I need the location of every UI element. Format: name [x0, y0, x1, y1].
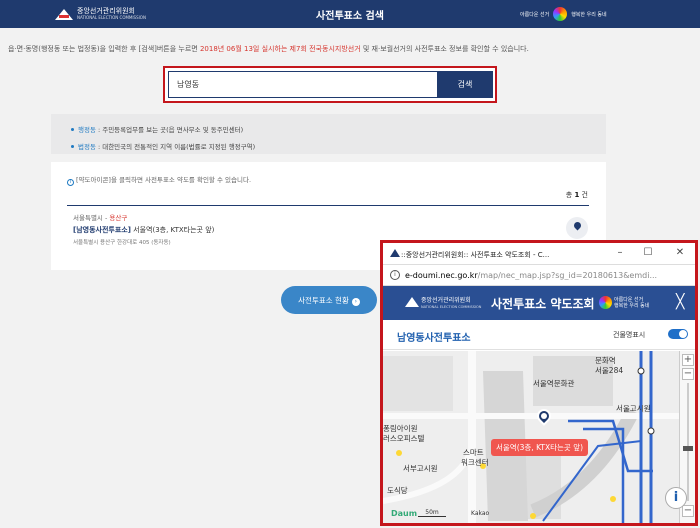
- info-icon: i: [67, 179, 74, 186]
- map-pin-button[interactable]: [566, 217, 588, 239]
- polling-status-button[interactable]: 사전투표소 현황 ›: [281, 286, 377, 314]
- bullet-icon: [71, 127, 74, 131]
- zoom-slider-handle[interactable]: [683, 446, 693, 451]
- rainbow-logo-icon: [599, 296, 612, 309]
- minimize-icon[interactable]: –: [613, 247, 627, 258]
- map-graphic: [383, 351, 679, 523]
- popup-address-bar[interactable]: i e-doumi.nec.go.kr/map/nec_map.jsp?sg_i…: [383, 265, 695, 286]
- popup-titlebar: ::중앙선거관리위원회:: 사전투표소 약도조회 - C... – ☐ ✕: [383, 243, 695, 265]
- zoom-in-icon[interactable]: +: [682, 354, 694, 366]
- building-name-toggle[interactable]: [668, 329, 688, 339]
- station-name: 남영동사전투표소: [397, 333, 471, 344]
- close-window-icon[interactable]: ✕: [673, 247, 687, 258]
- maximize-icon[interactable]: ☐: [641, 247, 655, 258]
- search-description: 읍·면·동명(행정동 또는 법정동)을 입력한 후 [검색]버튼을 누르면 20…: [8, 45, 529, 53]
- slogan-banner: 아름다운 선거 행복한 우리 동네: [520, 4, 607, 24]
- map-popup-window: ::중앙선거관리위원회:: 사전투표소 약도조회 - C... – ☐ ✕ i …: [380, 240, 698, 526]
- map-label: 서울역문화관: [533, 379, 575, 388]
- search-button[interactable]: 검색: [437, 71, 493, 98]
- station-map-pin-icon[interactable]: [534, 406, 554, 431]
- slogan-b: 행복한 우리 동네: [571, 11, 607, 18]
- info-row-admin-dong: 행정동 : 주민등록업무를 보는 곳(읍 면사무소 및 동주민센터): [71, 124, 606, 134]
- chevron-right-icon: ›: [351, 297, 360, 306]
- popup-logo-text: 중앙선거관리위원회 NATIONAL ELECTION COMMISSION: [421, 297, 482, 310]
- result-address: 서울특별시 용산구 한강대로 405 (동자동): [73, 240, 171, 246]
- result-count: 총 1 건: [565, 191, 588, 199]
- rainbow-logo-icon: [553, 7, 568, 21]
- site-header: 중앙선거관리위원회 NATIONAL ELECTION COMMISSION 사전…: [0, 0, 700, 28]
- map-pin-icon: [572, 220, 583, 231]
- map-attribution: Kakao: [471, 510, 490, 517]
- popup-page-title: 사전투표소 약도조회: [491, 297, 595, 311]
- station-location-bubble[interactable]: 서울역(3층, KTX타는곳 앞): [491, 439, 589, 456]
- map-info-icon[interactable]: i: [665, 487, 687, 509]
- result-station-name: [남영동사전투표소] 서울역(3층, KTX타는곳 앞): [73, 226, 215, 234]
- map-scale: 50m: [418, 509, 446, 517]
- zoom-up-icon[interactable]: −: [682, 368, 694, 380]
- map-label: 서울284: [595, 366, 624, 375]
- map-label: 도식당: [387, 486, 408, 495]
- popup-header: 중앙선거관리위원회 NATIONAL ELECTION COMMISSION 사전…: [383, 286, 695, 320]
- slogan-a: 아름다운 선거: [520, 11, 550, 18]
- map-label: 워크센터: [461, 458, 489, 467]
- map-label: 러스오피스텔: [383, 434, 425, 443]
- station-map[interactable]: 문화역 서울284 서울역문화관 서울고시원 퐁림아이원 러스오피스텔 스마트 …: [383, 351, 695, 523]
- results-divider: [67, 205, 589, 206]
- map-label: 서울고시원: [616, 404, 651, 413]
- popup-close-icon[interactable]: ╳: [676, 294, 684, 310]
- nec-logo-icon: [405, 297, 419, 309]
- popup-slogan: 아름다운 선거 행복한 우리 동네: [599, 296, 649, 309]
- search-box: 검색: [163, 66, 497, 103]
- popup-url[interactable]: e-doumi.nec.go.kr/map/nec_map.jsp?sg_id=…: [405, 271, 691, 280]
- zoom-track[interactable]: [687, 383, 689, 501]
- bullet-icon: [71, 144, 74, 148]
- nec-favicon-icon: [390, 249, 400, 257]
- info-row-legal-dong: 법정동 : 대한민국의 전통적인 지역 이름(법률로 지정된 행정구역): [71, 141, 606, 151]
- station-subheader: 남영동사전투표소 건물명표시: [383, 320, 695, 350]
- daum-logo: Daum: [391, 509, 418, 518]
- dong-info-box: 행정동 : 주민등록업무를 보는 곳(읍 면사무소 및 동주민센터) 법정동 :…: [51, 114, 606, 154]
- map-label: 서부고시원: [403, 464, 438, 473]
- dong-search-input[interactable]: [168, 71, 438, 98]
- map-icon-hint: i [약도아이콘]을 클릭하면 사전투표소 약도를 확인할 수 있습니다.: [67, 174, 251, 186]
- building-label: 건물명표시: [613, 331, 646, 339]
- site-info-icon[interactable]: i: [390, 270, 400, 280]
- popup-window-title: ::중앙선거관리위원회:: 사전투표소 약도조회 - C...: [401, 251, 550, 259]
- result-area: 서울특별시 - 용산구: [73, 214, 128, 222]
- zoom-out-icon[interactable]: −: [682, 505, 694, 517]
